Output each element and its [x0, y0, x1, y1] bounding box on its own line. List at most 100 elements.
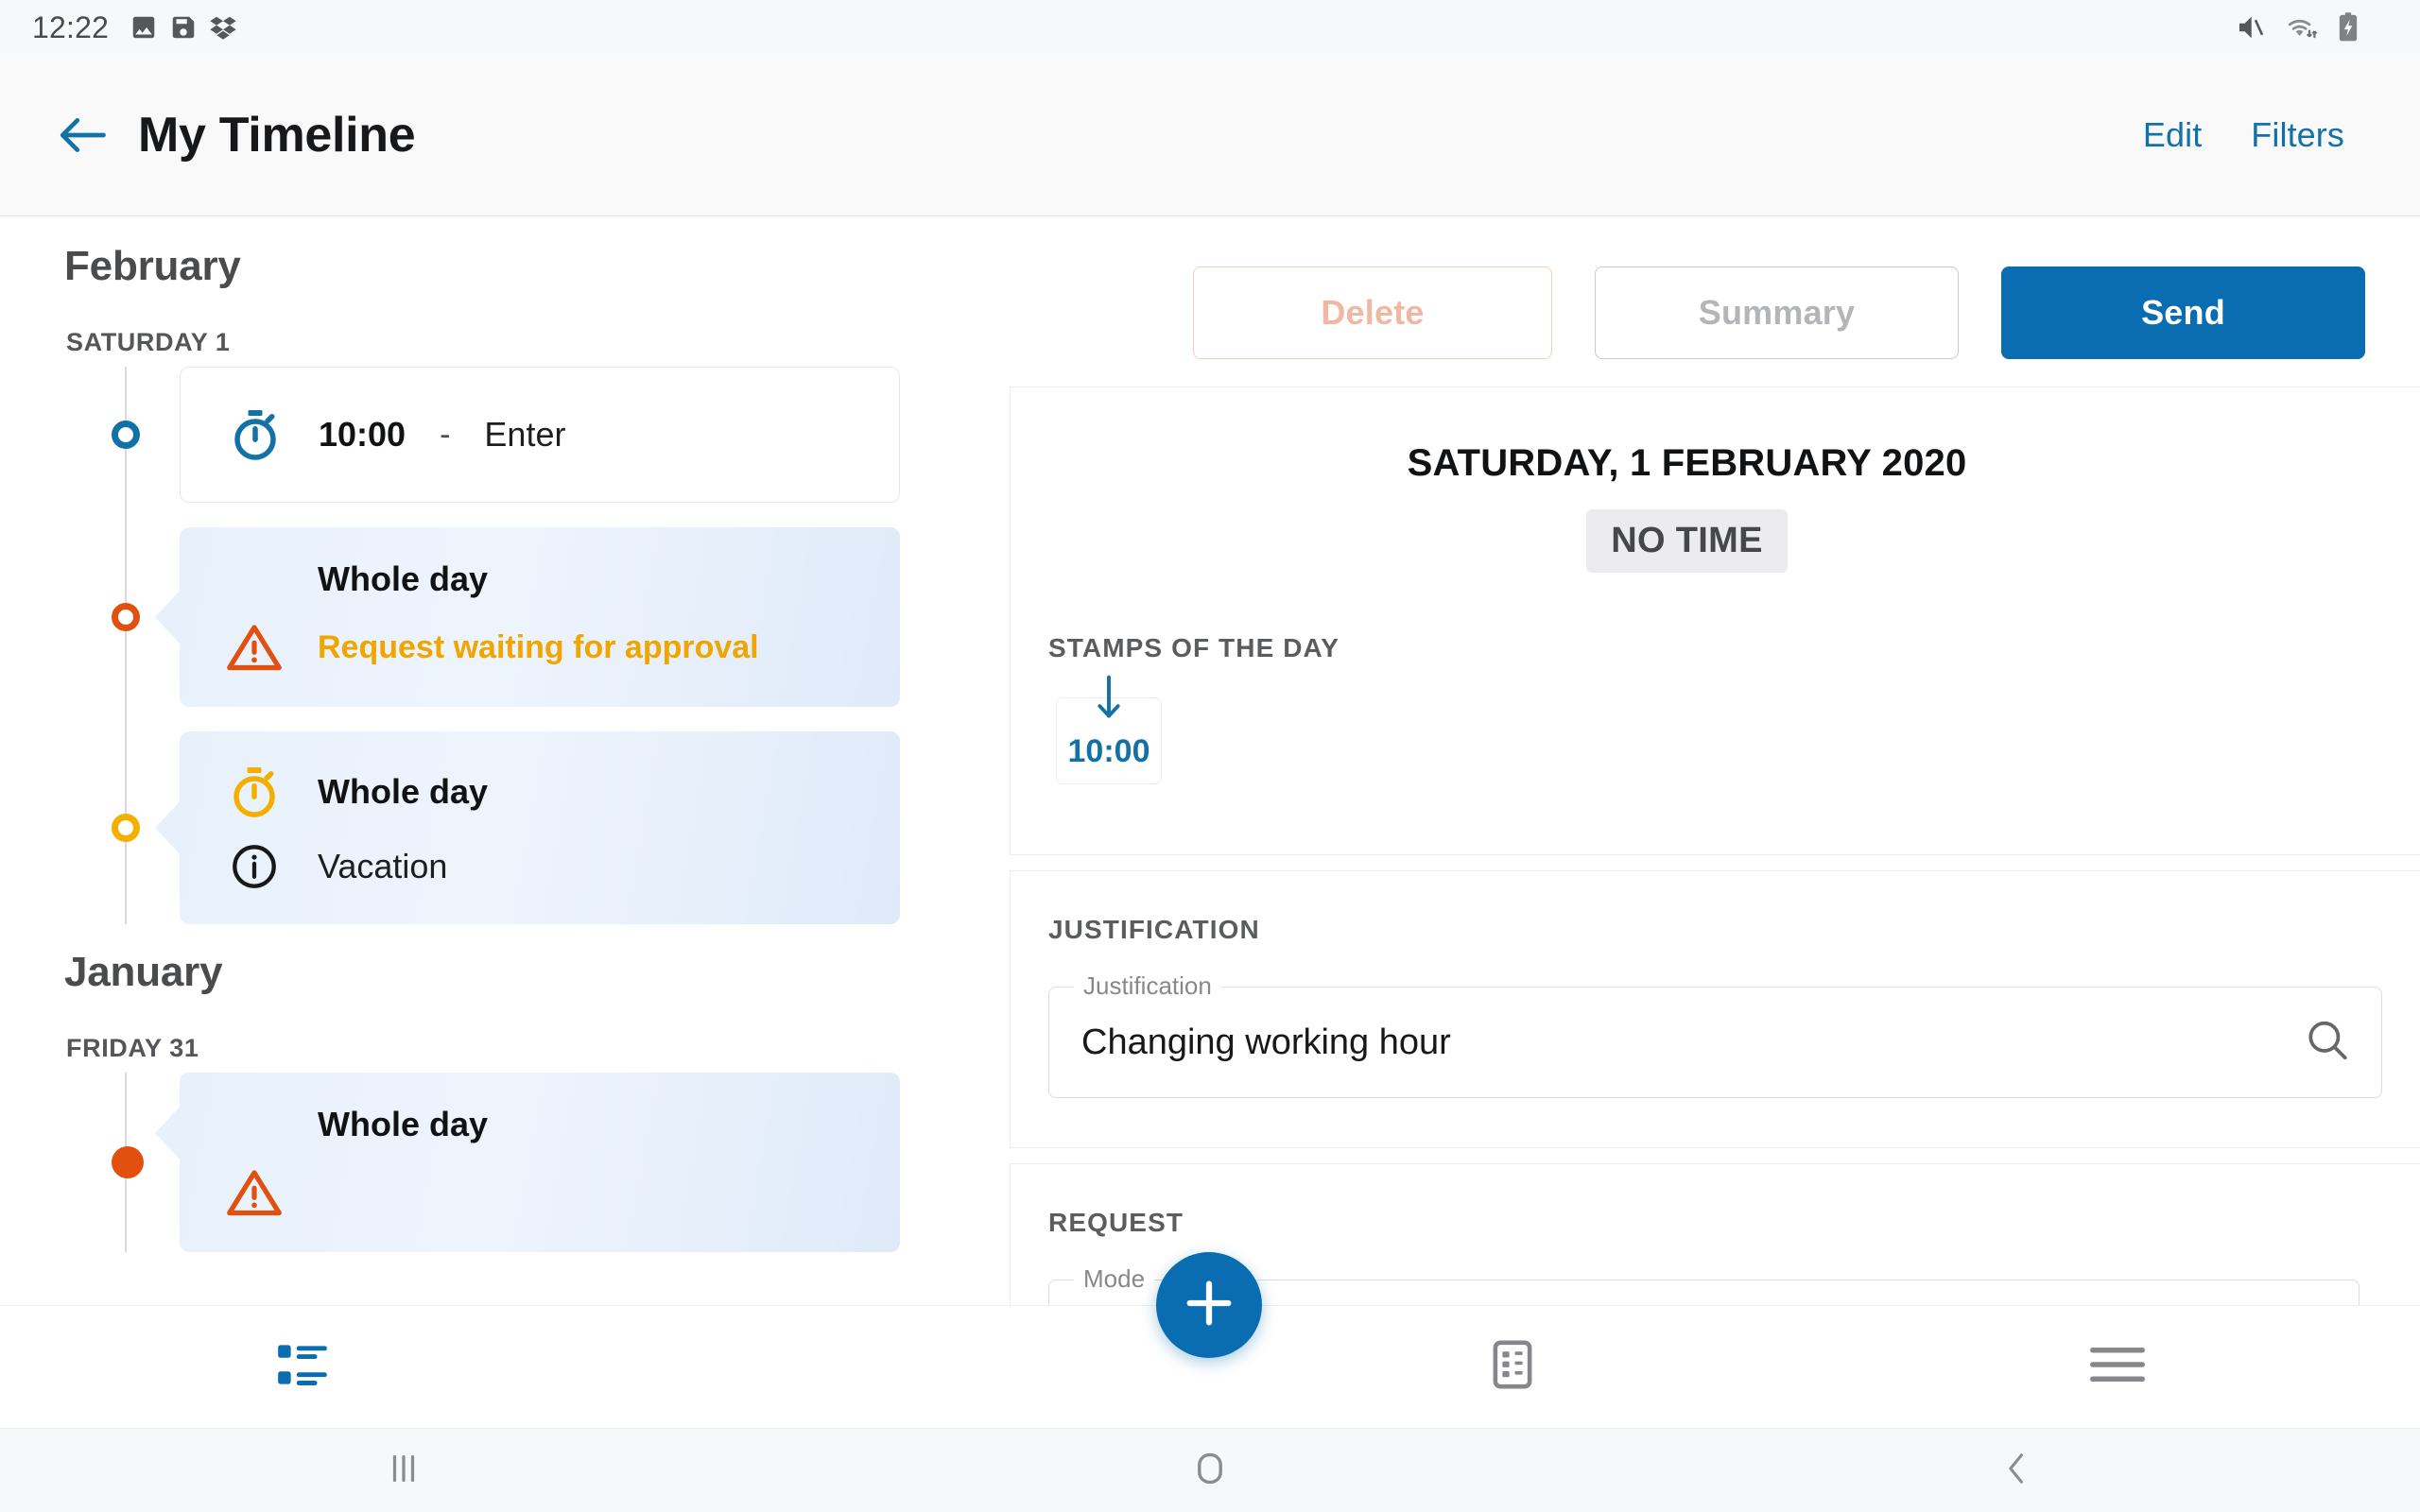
entry-row: 10:00 - Enter: [224, 406, 565, 463]
main-content: February SATURDAY 1 10:00 - Enter Whole …: [0, 216, 2420, 1305]
warning-triangle-icon: [223, 620, 285, 675]
hamburger-menu-icon: [2088, 1339, 2147, 1395]
info-circle-icon: [223, 841, 285, 892]
summary-button[interactable]: Summary: [1595, 266, 1959, 359]
timeline-group-february: 10:00 - Enter Whole day Request waiting …: [0, 367, 1010, 924]
timeline-card-vacation[interactable]: Whole day Vacation: [180, 731, 900, 924]
justification-section-label: JUSTIFICATION: [1048, 915, 1260, 944]
screenshot-save-icon: [169, 13, 198, 42]
delete-button[interactable]: Delete: [1193, 266, 1552, 359]
stopwatch-blue-icon: [224, 406, 286, 463]
no-time-wrap: NO TIME: [1011, 509, 2420, 573]
justification-field-value: Changing working hour: [1081, 1022, 1451, 1062]
status-clock: 12:22: [32, 9, 110, 44]
entry-stack: Whole day Vacation: [223, 764, 862, 892]
entry-title-row: Whole day: [223, 559, 862, 599]
status-notification-icons: [130, 13, 237, 42]
status-bar-right: [2235, 11, 2382, 43]
badge-card-icon: [1485, 1337, 1540, 1397]
timeline-dot-yellow-ring: [112, 814, 140, 842]
recents-icon: [386, 1451, 422, 1491]
home-icon: [1191, 1450, 1229, 1492]
dropbox-icon: [209, 13, 237, 42]
system-home-button[interactable]: [806, 1450, 1613, 1492]
month-heading-january: January: [64, 949, 223, 995]
timeline-dot-blue-ring: [112, 421, 140, 449]
add-plus-icon: [1182, 1276, 1236, 1335]
detail-action-bar: Delete Summary Send: [1010, 216, 2420, 368]
justification-field[interactable]: Justification Changing working hour: [1048, 971, 2382, 1098]
add-fab-button[interactable]: [1156, 1252, 1262, 1358]
entry-detail-row: Vacation: [223, 841, 862, 892]
page-title: My Timeline: [138, 108, 416, 163]
mute-icon: [2235, 11, 2267, 43]
detail-pane[interactable]: Delete Summary Send SATURDAY, 1 FEBRUARY…: [1010, 216, 2420, 1305]
system-back-button[interactable]: [1614, 1450, 2420, 1492]
system-recents-button[interactable]: [0, 1451, 806, 1491]
entry-title: Whole day: [318, 559, 489, 598]
mode-field-label: Mode: [1074, 1264, 1155, 1294]
edit-button[interactable]: Edit: [2143, 115, 2202, 155]
justification-field-label: Justification: [1074, 971, 1221, 1001]
justification-card: JUSTIFICATION Justification Changing wor…: [1010, 870, 2420, 1148]
search-icon[interactable]: [2304, 1017, 2351, 1069]
day-heading-friday-31: FRIDAY 31: [66, 1034, 199, 1062]
system-nav-bar: [0, 1428, 2420, 1512]
status-bar-left: 12:22: [32, 10, 237, 45]
stopwatch-yellow-icon: [223, 764, 285, 820]
wifi-icon: [2284, 11, 2318, 43]
header-right-group: Edit Filters: [2143, 115, 2344, 155]
entry-status-row: Request waiting for approval: [223, 620, 862, 675]
entry-dash: -: [440, 416, 451, 453]
justification-field-wrap: Justification Changing working hour: [1011, 971, 2420, 1098]
entry-title-row: Whole day: [223, 764, 862, 820]
app-header: My Timeline Edit Filters: [0, 55, 2420, 216]
month-heading-february: February: [64, 243, 241, 289]
entry-stack: Whole day: [223, 1105, 862, 1220]
nav-item-timeline[interactable]: [0, 1306, 605, 1428]
status-badge: NO TIME: [1586, 509, 1788, 573]
entry-title: Whole day: [318, 1105, 489, 1143]
arrow-down-icon: [1095, 674, 1123, 728]
filters-button[interactable]: Filters: [2251, 115, 2344, 155]
timeline-card-january-request[interactable]: Whole day: [180, 1073, 900, 1252]
system-back-icon: [1998, 1450, 2034, 1492]
timeline-dot-orange-ring: [112, 603, 140, 631]
timeline-card-pending-request[interactable]: Whole day Request waiting for approval: [180, 527, 900, 707]
timeline-card-enter[interactable]: 10:00 - Enter: [180, 367, 900, 503]
stamps-row: 10:00: [1011, 675, 2420, 784]
entry-stack: Whole day Request waiting for approval: [223, 559, 862, 675]
entry-status-row: [223, 1165, 862, 1220]
image-icon: [130, 13, 158, 42]
entry-time: 10:00: [319, 415, 406, 454]
nav-item-badge[interactable]: [1210, 1306, 1815, 1428]
stamp-chip[interactable]: 10:00: [1056, 675, 1162, 784]
timeline-pane[interactable]: February SATURDAY 1 10:00 - Enter Whole …: [0, 216, 1010, 1305]
nav-item-add-placeholder: [605, 1306, 1210, 1428]
back-arrow-icon[interactable]: [57, 110, 108, 161]
entry-status: Request waiting for approval: [318, 628, 759, 665]
send-button[interactable]: Send: [2001, 266, 2365, 359]
day-summary-card: SATURDAY, 1 FEBRUARY 2020 NO TIME STAMPS…: [1010, 387, 2420, 855]
timeline-list-icon: [273, 1335, 332, 1399]
timeline-entry[interactable]: Whole day: [0, 1073, 1010, 1252]
entry-detail: Vacation: [318, 847, 448, 885]
detail-date-title: SATURDAY, 1 FEBRUARY 2020: [1407, 442, 1967, 484]
entry-title: Whole day: [318, 772, 489, 811]
request-section-label: REQUEST: [1048, 1208, 1184, 1237]
battery-charging-icon: [2335, 11, 2361, 43]
stamps-section-label: STAMPS OF THE DAY: [1048, 633, 1340, 662]
timeline-entry[interactable]: Whole day Vacation: [0, 731, 1010, 924]
entry-label: Enter: [484, 415, 566, 454]
status-bar: 12:22: [0, 0, 2420, 55]
entry-title-row: Whole day: [223, 1105, 862, 1144]
header-left-group: My Timeline: [57, 107, 416, 163]
warning-triangle-icon: [223, 1165, 285, 1220]
timeline-dot-orange-solid: [112, 1146, 144, 1178]
app-root: 12:22 My Timeline Edit Filters February …: [0, 0, 2420, 1512]
timeline-group-january: Whole day: [0, 1073, 1010, 1252]
nav-item-menu[interactable]: [1815, 1306, 2420, 1428]
timeline-entry[interactable]: Whole day Request waiting for approval: [0, 527, 1010, 707]
day-heading-saturday-1: SATURDAY 1: [66, 328, 231, 356]
timeline-entry[interactable]: 10:00 - Enter: [0, 367, 1010, 503]
